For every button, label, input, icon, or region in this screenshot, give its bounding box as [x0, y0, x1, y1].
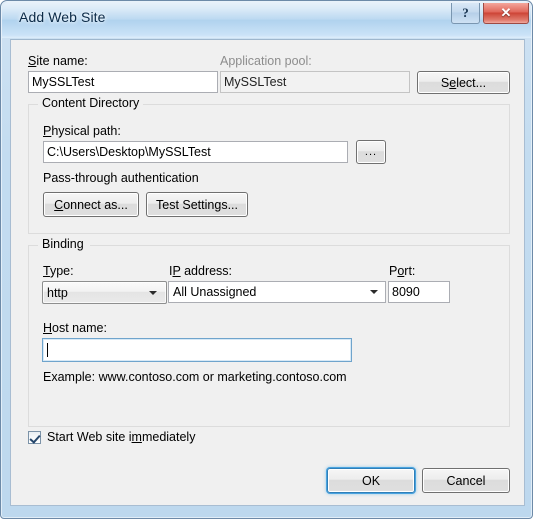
dialog-window: Add Web Site ? ✕ Site name: MySSLTest Ap… [0, 0, 533, 519]
titlebar[interactable]: Add Web Site ? ✕ [1, 1, 533, 39]
connect-as-label: Connect as... [54, 197, 128, 212]
close-icon[interactable]: ✕ [483, 3, 529, 24]
port-input[interactable]: 8090 [388, 281, 450, 303]
host-name-input[interactable] [42, 338, 352, 362]
host-name-label: Host name: [43, 321, 107, 335]
physical-path-input[interactable]: C:\Users\Desktop\MySSLTest [43, 141, 348, 163]
binding-group: Binding [28, 237, 510, 427]
type-combobox[interactable]: http [42, 281, 167, 304]
site-name-input[interactable]: MySSLTest [28, 71, 218, 93]
content-directory-legend: Content Directory [38, 96, 144, 110]
cancel-button[interactable]: Cancel [422, 468, 510, 493]
help-icon[interactable]: ? [451, 3, 480, 24]
text-caret [47, 343, 48, 357]
application-pool-label: Application pool: [220, 54, 312, 68]
ip-address-combobox-value: All Unassigned [173, 285, 257, 299]
ip-address-label: IP address: [169, 264, 233, 278]
physical-path-label: Physical path: [43, 124, 121, 138]
site-name-label: Site name: [28, 54, 88, 68]
application-pool-input: MySSLTest [220, 71, 410, 93]
ip-address-combobox[interactable]: All Unassigned [168, 281, 386, 303]
binding-legend: Binding [38, 237, 88, 251]
test-settings-label: Test Settings... [156, 197, 238, 212]
type-combobox-value: http [47, 285, 68, 300]
browse-path-button[interactable]: ... [356, 140, 386, 164]
chevron-down-icon-2 [370, 290, 378, 294]
passthrough-authentication-label: Pass-through authentication [43, 171, 199, 185]
group-top-border-2 [29, 245, 509, 246]
ok-button[interactable]: OK [327, 468, 415, 493]
connect-as-button[interactable]: Connect as... [43, 192, 139, 217]
chevron-down-icon [149, 290, 157, 295]
start-website-checkbox-label: Start Web site immediately [47, 430, 196, 444]
type-label: Type: [43, 264, 74, 278]
start-website-checkbox[interactable]: Start Web site immediately [28, 430, 195, 444]
caption-buttons: ? ✕ [451, 3, 529, 24]
test-settings-button[interactable]: Test Settings... [146, 192, 248, 217]
window-title: Add Web Site [19, 9, 106, 25]
host-name-example-text: Example: www.contoso.com or marketing.co… [43, 370, 347, 384]
port-label: Port: [389, 264, 416, 278]
select-button-label: Select... [440, 75, 487, 90]
dialog-client-area: Site name: MySSLTest Application pool: M… [10, 39, 525, 506]
checkbox-checked-icon [28, 430, 41, 444]
select-app-pool-button[interactable]: Select... [417, 71, 510, 94]
